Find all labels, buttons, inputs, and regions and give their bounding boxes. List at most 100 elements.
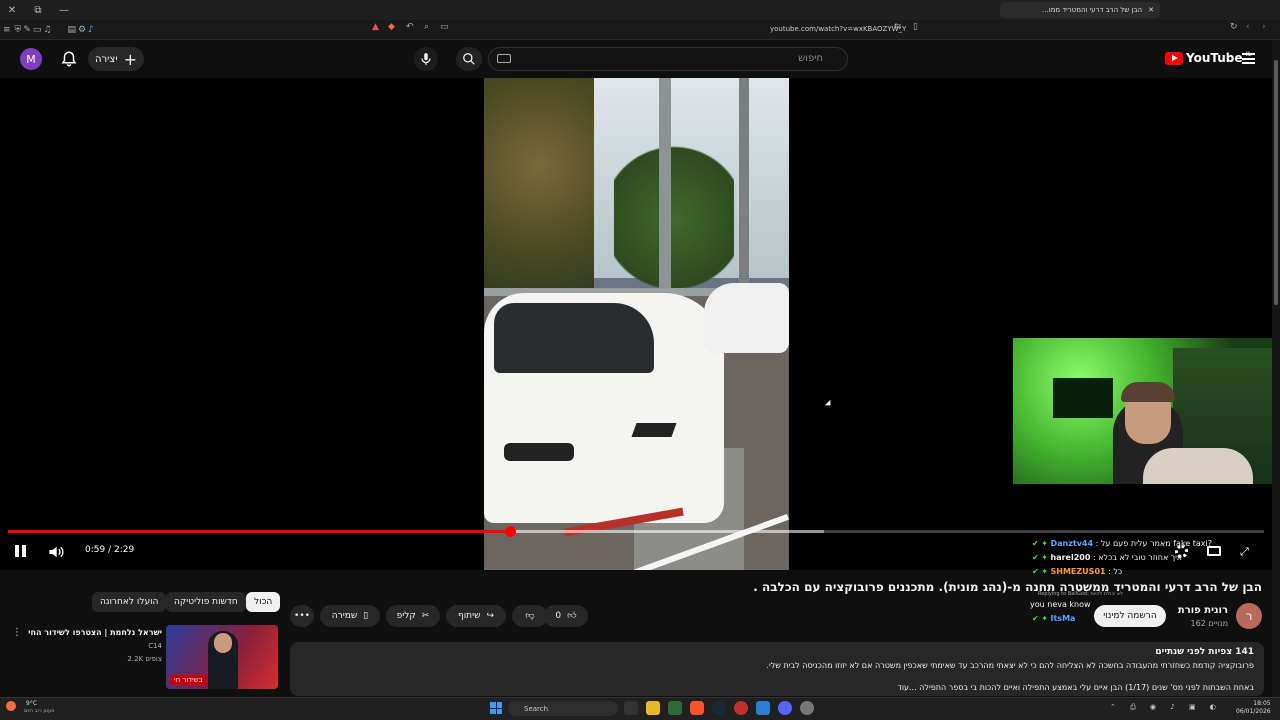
guide-menu-icon[interactable]	[1242, 53, 1255, 64]
shield-icon[interactable]: ⛨	[15, 25, 22, 35]
notifications-icon[interactable]	[60, 50, 78, 68]
restore-window-icon[interactable]: ⧉	[30, 2, 46, 18]
chip-all[interactable]: הכול	[246, 592, 281, 612]
address-bar: ≡ ⛨ ✎ ▭ ♫ ▤ ⚙ ♪ ▲ ◆ ↶ ⌕ ▭ ⇆ ▯ ↻ ‹ ›	[0, 20, 1280, 40]
system-tray[interactable]: ⌃ ⎙ ◉ ♪ ▣ ◐	[1110, 703, 1230, 713]
clip-button[interactable]: קליפ ✂	[386, 605, 440, 627]
terminal-icon[interactable]	[668, 701, 682, 715]
description-stats: 141 צפיות לפני שנתיים	[1155, 647, 1254, 657]
save-label: שמירה	[331, 611, 358, 621]
create-label: יצירה	[95, 53, 118, 65]
recommended-title[interactable]: ישראל נלחמת | הצטרפו לשידור החי	[20, 628, 162, 637]
description-box[interactable]: 141 צפיות לפני שנתיים פרובוקציה קודמת כש…	[290, 642, 1264, 696]
nav-forward-icon[interactable]: ›	[1262, 22, 1266, 32]
chat-check-icon: ✔ ✦	[1032, 539, 1048, 548]
chip-recent[interactable]: הועלו לאחרונה	[92, 592, 167, 612]
recommended-menu-icon[interactable]: ⋮	[12, 627, 22, 638]
share-button[interactable]: שיתוף ↪	[446, 605, 506, 627]
weather-desc: מעונן רוב היום	[24, 708, 55, 714]
progress-bar[interactable]	[8, 530, 1264, 533]
dislike-button[interactable]: 👎︎	[512, 605, 548, 627]
app-icon[interactable]	[734, 701, 748, 715]
chat-check-icon: ✔ ✦	[1032, 614, 1048, 623]
windows-taskbar	[0, 697, 1280, 720]
chat-user: ItsMa	[1050, 614, 1076, 623]
chip-politics-news[interactable]: חדשות פוליטיקה	[166, 592, 246, 612]
start-icon[interactable]	[490, 702, 502, 714]
close-window-icon[interactable]: ✕	[4, 2, 20, 18]
minimize-window-icon[interactable]: —	[56, 2, 72, 18]
share-label: שיתוף	[457, 611, 481, 621]
bookmarks-icon[interactable]: ✎	[23, 25, 31, 35]
file-explorer-icon[interactable]	[646, 701, 660, 715]
sidebar-icon[interactable]: ▭	[33, 25, 42, 35]
pause-icon[interactable]	[15, 545, 27, 557]
chat-text: : איך אחוזר טובי לא בכלא	[1092, 553, 1183, 562]
weather-icon[interactable]	[6, 701, 16, 711]
chat-text: you neva know	[1030, 600, 1091, 609]
discord-icon[interactable]	[778, 701, 792, 715]
taskbar-clock[interactable]: 18:05 06/01/2026	[1236, 700, 1271, 716]
back-history-icon[interactable]: ↶	[406, 22, 414, 32]
brave-shield-icon[interactable]: ▲	[372, 22, 379, 32]
scrollbar-thumb[interactable]	[1274, 60, 1278, 305]
create-button[interactable]: יצירה +	[88, 47, 144, 71]
volume-icon[interactable]	[48, 544, 64, 558]
vscode-icon[interactable]	[756, 701, 770, 715]
fullscreen-icon[interactable]: ⤢	[1240, 546, 1252, 558]
channel-name[interactable]: רונית פורת	[1160, 605, 1228, 616]
like-count: 0	[555, 611, 562, 621]
thumbs-up-icon: 👍︎	[567, 611, 577, 621]
screenshot-icon[interactable]: ▭	[440, 22, 449, 32]
scissors-icon: ✂	[421, 611, 430, 621]
bookmark-icon[interactable]: ▯	[913, 22, 918, 32]
extension-icon[interactable]: ⚙	[78, 25, 86, 35]
account-avatar[interactable]: M	[20, 48, 42, 70]
recommended-channel[interactable]: C14	[20, 642, 162, 650]
chat-check-icon: ✔ ✦	[1032, 567, 1048, 576]
reader-icon[interactable]: ▤	[67, 25, 76, 35]
task-view-icon[interactable]	[624, 701, 638, 715]
settings-app-icon[interactable]	[800, 701, 814, 715]
search-button[interactable]	[456, 47, 482, 71]
chat-message: ✔ ✦ ItsMa	[1032, 614, 1075, 623]
search-input[interactable]: חיפוש	[488, 47, 848, 71]
url-text[interactable]: youtube.com/watch?v=wxKBAOZYW_Y	[770, 25, 906, 33]
channel-avatar[interactable]: ר	[1236, 603, 1262, 629]
description-line: פרובוקציה קודמת כשחזרתי מהעבודה בחשכה לא…	[766, 661, 1254, 670]
recommended-thumbnail[interactable]: בשידור חי	[166, 625, 278, 689]
chat-user: harel200	[1050, 553, 1091, 562]
brave-rewards-icon[interactable]: ◆	[388, 22, 395, 32]
keyboard-icon[interactable]	[497, 54, 511, 63]
weather-temp[interactable]: 9°C	[26, 700, 37, 707]
menu-icon[interactable]: ≡	[3, 25, 11, 35]
chat-message: ✔ ✦ harel200 : איך אחוזר טובי לא בכלא	[1032, 553, 1182, 562]
more-actions-button[interactable]: •••	[290, 605, 314, 627]
close-tab-icon[interactable]: ✕	[1148, 6, 1154, 14]
voice-search-button[interactable]	[414, 47, 438, 71]
taskbar-search[interactable]: Search	[508, 701, 618, 716]
brave-browser-icon[interactable]	[690, 701, 704, 715]
chat-message: ✔ ✦ SHMEZUS01 : כל	[1032, 567, 1122, 576]
chat-check-icon: ✔ ✦	[1032, 553, 1048, 562]
clock-time: 18:05	[1253, 700, 1271, 707]
browser-tab[interactable]: ✕ הבן של הרב דרעי והמטריד ממו...	[1000, 2, 1160, 18]
music-icon[interactable]: ♫	[43, 25, 51, 35]
page-scrollbar[interactable]	[1272, 40, 1280, 697]
reload-icon[interactable]: ↻	[1230, 22, 1238, 32]
save-button[interactable]: שמירה ▯	[320, 605, 380, 627]
like-button[interactable]: 0 👍︎	[544, 605, 588, 627]
search-page-icon[interactable]: ⌕	[424, 22, 429, 32]
logo-text: YouTube	[1186, 51, 1243, 65]
youtube-logo[interactable]: YouTube IL	[1165, 51, 1252, 65]
clip-label: קליפ	[396, 611, 416, 621]
search-placeholder: חיפוש	[798, 53, 823, 64]
video-frame[interactable]	[484, 78, 789, 570]
audio-icon[interactable]: ♪	[88, 25, 94, 35]
nav-back-icon[interactable]: ‹	[1246, 22, 1250, 32]
steam-icon[interactable]	[712, 701, 726, 715]
chat-text: : מאמר עלית פעם על fake taxi?	[1095, 539, 1213, 548]
subscribe-button[interactable]: הרשמה למינוי	[1094, 605, 1166, 627]
chat-user: SHMEZUS01	[1050, 567, 1106, 576]
search-icon	[463, 53, 475, 65]
